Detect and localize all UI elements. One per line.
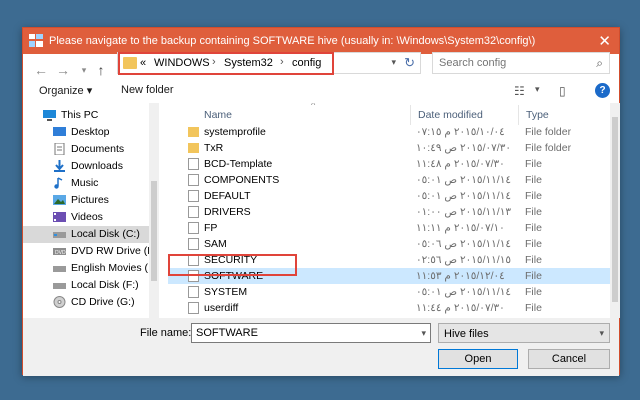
- open-button[interactable]: Open: [438, 349, 518, 369]
- back-arrow-icon[interactable]: ←: [33, 62, 49, 78]
- file-icon: [188, 222, 199, 234]
- file-icon: [188, 190, 199, 202]
- address-highlight-box: [118, 52, 334, 75]
- scrollbar-thumb[interactable]: [151, 181, 157, 281]
- chevron-down-icon[interactable]: ▾: [421, 328, 426, 339]
- file-icon: [188, 206, 199, 218]
- file-row-system[interactable]: SYSTEM ٢٠١٥/١١/١٤ ص ٠٥:٠١ File: [168, 284, 610, 300]
- dvd-icon: DVD: [53, 248, 66, 256]
- nav-item-english-movies[interactable]: English Movies (: [23, 260, 149, 277]
- address-dropdown-chevron-icon[interactable]: ▾: [391, 57, 396, 68]
- file-list-scrollbar[interactable]: [610, 103, 620, 318]
- file-name-label: File name:: [140, 327, 192, 339]
- cd-icon: [53, 296, 66, 308]
- file-row-userdiff[interactable]: userdiff ٢٠١٥/٠٧/٣٠ م ١١:٤٤ File: [168, 300, 610, 316]
- command-bar: Organize ▾ New folder ☷ ▾ ▯ ?: [23, 81, 619, 103]
- folder-icon: [188, 127, 199, 137]
- up-arrow-icon[interactable]: ↑: [93, 62, 109, 78]
- search-icon: ⌕: [596, 56, 603, 70]
- file-row-sam[interactable]: SAM ٢٠١٥/١١/١٤ ص ٠٥:٠٦ File: [168, 236, 610, 252]
- drive-icon: [53, 232, 66, 238]
- downloads-icon: [54, 160, 65, 172]
- music-icon: [54, 177, 63, 189]
- file-row-bcd-template[interactable]: BCD-Template ٢٠١٥/٠٧/٣٠ م ١١:٤٨ File: [168, 156, 610, 172]
- file-name-combobox[interactable]: ▾: [191, 323, 431, 343]
- nav-item-videos[interactable]: Videos: [23, 209, 149, 226]
- nav-item-pictures[interactable]: Pictures: [23, 192, 149, 209]
- file-row-fp[interactable]: FP ٢٠١٥/٠٧/١٠ م ١١:١١ File: [168, 220, 610, 236]
- navigation-scrollbar[interactable]: [149, 103, 159, 318]
- drive-icon: [53, 266, 66, 272]
- file-name-input[interactable]: [196, 327, 406, 339]
- nav-item-this-pc[interactable]: This PC: [23, 107, 149, 124]
- close-icon[interactable]: ✕: [598, 32, 611, 50]
- file-row-systemprofile[interactable]: systemprofile ٢٠١٥/١٠/٠٤ م ٠٧:١٥ File fo…: [168, 124, 610, 140]
- file-row-components[interactable]: COMPONENTS ٢٠١٥/١١/١٤ ص ٠٥:٠١ File: [168, 172, 610, 188]
- documents-icon: [54, 143, 65, 155]
- file-row-drivers[interactable]: DRIVERS ٢٠١٥/١١/١٣ ص ٠١:٠٠ File: [168, 204, 610, 220]
- file-list: ^ Name Date modified Type systemprofile …: [168, 103, 610, 318]
- search-input[interactable]: [439, 56, 589, 70]
- open-file-dialog: Please navigate to the backup containing…: [22, 27, 620, 376]
- sort-ascending-icon: ^: [311, 103, 316, 110]
- file-icon: [188, 286, 199, 298]
- nav-item-local-disk-c[interactable]: Local Disk (C:): [23, 226, 149, 243]
- drive-icon: [53, 283, 66, 289]
- file-icon: [188, 158, 199, 170]
- new-folder-button[interactable]: New folder: [121, 84, 174, 96]
- file-row-default[interactable]: DEFAULT ٢٠١٥/١١/١٤ ص ٠٥:٠١ File: [168, 188, 610, 204]
- nav-item-local-disk-f[interactable]: Local Disk (F:): [23, 277, 149, 294]
- forward-arrow-icon[interactable]: →: [55, 62, 71, 78]
- navigation-pane: This PC Desktop Documents Downloads Musi…: [23, 103, 163, 318]
- svg-text:DVD: DVD: [55, 250, 66, 256]
- search-box[interactable]: ⌕: [432, 52, 610, 74]
- regedit-app-icon: [29, 34, 43, 47]
- nav-item-dvd-rw-drive-d[interactable]: DVD DVD RW Drive (D: [23, 243, 155, 260]
- file-type-filter[interactable]: Hive files ▾: [438, 323, 610, 343]
- help-icon[interactable]: ?: [595, 83, 610, 98]
- desktop-icon: [53, 127, 66, 136]
- dialog-footer: File name: ▾ Hive files ▾ Open Cancel: [23, 318, 619, 376]
- file-icon: [188, 302, 199, 314]
- view-chevron-icon[interactable]: ▾: [535, 84, 540, 95]
- pc-icon: [43, 110, 56, 121]
- column-header-date[interactable]: Date modified: [410, 105, 510, 125]
- scrollbar-thumb[interactable]: [612, 117, 618, 302]
- recent-locations-chevron-icon[interactable]: ▾: [76, 62, 92, 78]
- software-highlight-box: [168, 254, 297, 276]
- preview-pane-icon[interactable]: ▯: [559, 84, 566, 98]
- nav-item-desktop[interactable]: Desktop: [23, 124, 149, 141]
- cancel-button[interactable]: Cancel: [528, 349, 610, 369]
- pictures-icon: [53, 195, 66, 205]
- nav-item-downloads[interactable]: Downloads: [23, 158, 149, 175]
- videos-icon: [53, 212, 66, 222]
- organize-button[interactable]: Organize ▾: [39, 84, 92, 97]
- column-header-type[interactable]: Type: [518, 105, 608, 125]
- chevron-down-icon: ▾: [599, 328, 604, 338]
- nav-item-documents[interactable]: Documents: [23, 141, 149, 158]
- file-icon: [188, 238, 199, 250]
- refresh-icon[interactable]: ↻: [404, 55, 415, 71]
- file-row-txr[interactable]: TxR ٢٠١٥/٠٧/٣٠ ص ١٠:٤٩ File folder: [168, 140, 610, 156]
- title-bar: Please navigate to the backup containing…: [23, 28, 619, 54]
- window-title: Please navigate to the backup containing…: [49, 35, 536, 47]
- file-type-filter-value: Hive files: [444, 328, 489, 340]
- view-options-icon[interactable]: ☷: [514, 84, 525, 98]
- file-icon: [188, 174, 199, 186]
- nav-item-cd-drive-g[interactable]: CD Drive (G:): [23, 294, 149, 311]
- folder-icon: [188, 143, 199, 153]
- nav-item-music[interactable]: Music: [23, 175, 149, 192]
